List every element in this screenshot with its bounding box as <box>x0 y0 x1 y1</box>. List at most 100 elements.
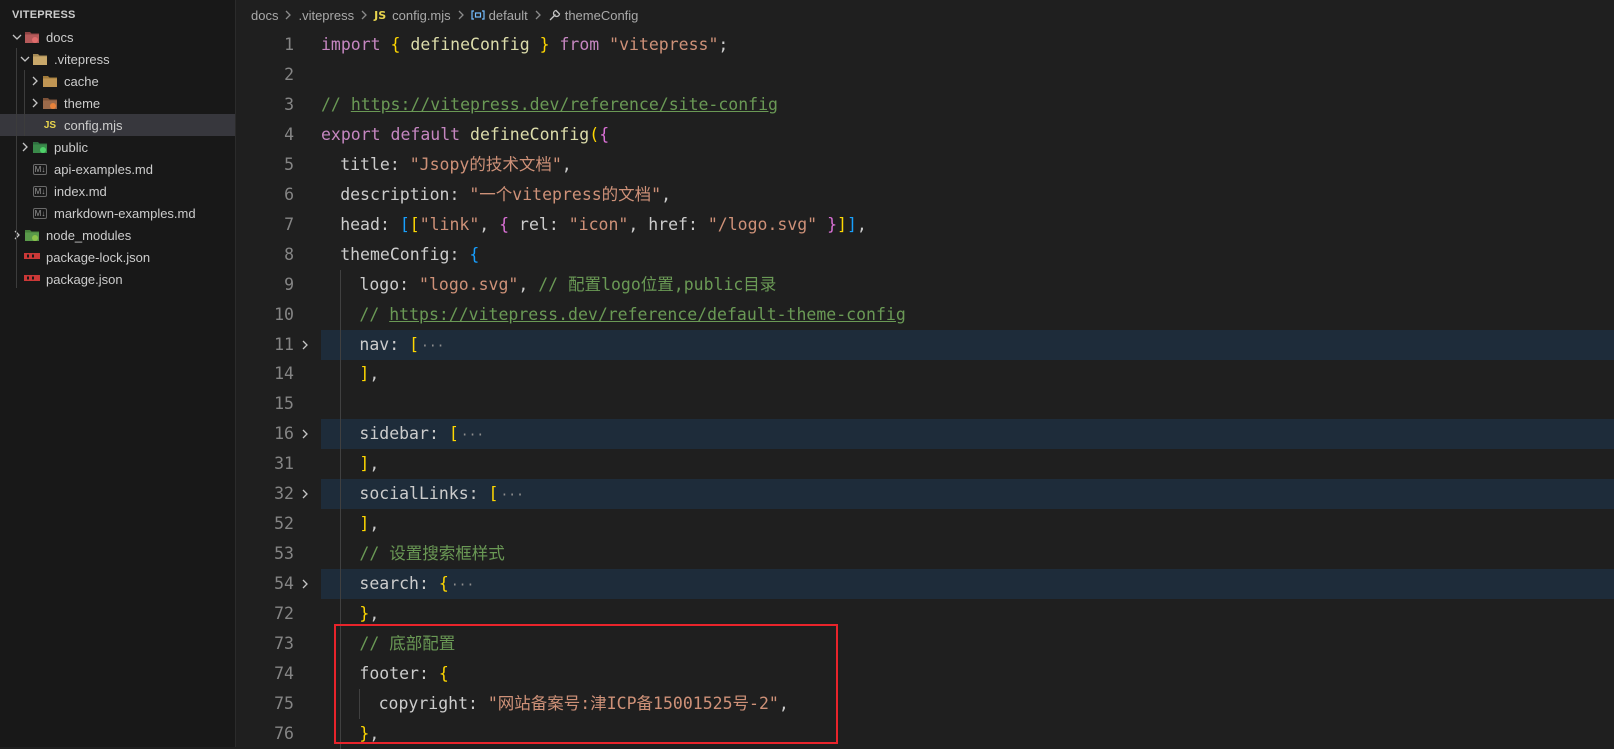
line-number: 76 <box>274 723 294 743</box>
explorer-item[interactable]: package-lock.json <box>0 246 235 268</box>
code-text: socialLinks: [··· <box>359 479 524 511</box>
code-token: ] <box>359 514 370 534</box>
breadcrumb-item[interactable]: .vitepress <box>298 8 354 23</box>
code-line[interactable]: 16 sidebar: [··· <box>236 419 1614 450</box>
code-token: title <box>340 154 390 174</box>
chevron-right-icon <box>10 227 24 243</box>
code-editor[interactable]: docs .vitepress JS config.mjs default themeCo… <box>236 0 1614 749</box>
code-line[interactable]: 9 logo: "logo.svg", // 配置logo位置,public目录 <box>236 269 1614 300</box>
code-token: [ <box>409 214 420 234</box>
explorer-item[interactable]: JS config.mjs <box>0 114 235 136</box>
code-line[interactable]: 15 <box>236 389 1614 420</box>
breadcrumb-label: themeConfig <box>564 7 639 23</box>
code-token: // <box>359 304 390 324</box>
breadcrumb-item[interactable]: docs <box>251 8 278 23</box>
line-number: 1 <box>284 35 294 54</box>
public-folder-icon <box>32 139 48 155</box>
line-number: 6 <box>284 184 294 204</box>
code-line[interactable]: 14], <box>236 359 1614 390</box>
code-token: : <box>389 154 410 174</box>
line-number: 8 <box>284 244 294 264</box>
code-line[interactable]: 32 socialLinks: [··· <box>236 479 1614 511</box>
code-line[interactable]: 54 search: {··· <box>236 569 1614 600</box>
line-number: 31 <box>274 454 294 474</box>
explorer-item[interactable]: M↓ index.md <box>0 180 235 202</box>
code-token: "icon" <box>568 214 629 234</box>
code-line[interactable]: 2 <box>236 60 1614 90</box>
breadcrumb-item[interactable]: JS config.mjs <box>374 8 451 23</box>
code-token: : <box>468 484 489 504</box>
code-text: logo: "logo.svg", // 配置logo位置,public目录 <box>359 270 776 300</box>
explorer-item[interactable]: M↓ markdown-examples.md <box>0 202 235 224</box>
code-line[interactable]: 1 import { defineConfig } from "vitepress… <box>236 30 1614 60</box>
code-token: "logo.svg" <box>419 274 519 294</box>
breadcrumb-item[interactable]: themeConfig <box>548 7 639 23</box>
code-line[interactable]: 75 copyright: "网站备案号:津ICP备15001525号-2", <box>236 688 1614 719</box>
code-line[interactable]: 3 // https://vitepress.dev/reference/site… <box>236 90 1614 120</box>
fold-chevron-icon[interactable] <box>298 419 312 449</box>
fold-chevron-icon[interactable] <box>298 569 312 599</box>
explorer-item[interactable]: theme <box>0 92 235 114</box>
explorer-item[interactable]: public <box>0 136 235 158</box>
code-line[interactable]: 6 description: "一个vitepress的文档", <box>236 180 1614 210</box>
code-token: , <box>661 184 672 204</box>
code-token: ] <box>359 454 370 474</box>
fold-ellipsis[interactable]: ··· <box>451 578 474 593</box>
code-line[interactable]: 53 // 设置搜索框样式 <box>236 539 1614 570</box>
code-line[interactable]: 31], <box>236 449 1614 480</box>
code-line[interactable]: 7 head: [["link", { rel: "icon", href: "/… <box>236 210 1614 240</box>
markdown-file-icon: M↓ <box>32 183 48 199</box>
explorer-item[interactable]: package.json <box>0 268 235 290</box>
code-token: import <box>321 35 381 54</box>
explorer-item[interactable]: node_modules <box>0 224 235 246</box>
npm-file-icon <box>24 271 40 287</box>
explorer-item[interactable]: M↓ api-examples.md <box>0 158 235 180</box>
chevron-right-icon <box>28 95 42 111</box>
code-line[interactable]: 5 title: "Jsopy的技术文档", <box>236 150 1614 180</box>
code-token: , <box>479 214 500 234</box>
code-line[interactable]: 11 nav: [··· <box>236 329 1614 360</box>
code-token: nav <box>359 334 390 354</box>
explorer-root-header[interactable]: VITEPRESS <box>0 4 235 26</box>
code-token: [ <box>409 334 420 354</box>
code-line[interactable]: 52], <box>236 509 1614 540</box>
explorer-item[interactable]: .vitepress <box>0 48 235 70</box>
fold-chevron-icon[interactable] <box>298 330 312 360</box>
indent-guide <box>340 539 342 570</box>
code-token[interactable]: https://vitepress.dev/reference/default-… <box>389 305 906 324</box>
fold-ellipsis[interactable]: ··· <box>461 428 484 443</box>
indent-guide <box>340 359 342 390</box>
explorer-item[interactable]: cache <box>0 70 235 92</box>
code-token: "Jsopy的技术文档" <box>409 154 562 174</box>
fold-ellipsis[interactable]: ··· <box>500 488 523 503</box>
breadcrumb-item[interactable]: default <box>471 8 528 23</box>
explorer-item[interactable]: docs <box>0 26 235 48</box>
fold-chevron-icon[interactable] <box>298 479 312 509</box>
code-line[interactable]: 10 // https://vitepress.dev/reference/def… <box>236 299 1614 330</box>
fold-ellipsis[interactable]: ··· <box>421 339 444 354</box>
code-line[interactable]: 76}, <box>236 718 1614 749</box>
code-token: [ <box>488 484 499 504</box>
code-token: "link" <box>419 214 480 234</box>
line-number: 54 <box>274 574 294 594</box>
code-line[interactable]: 74 footer: { <box>236 658 1614 689</box>
code-token: : <box>419 574 439 594</box>
line-number: 14 <box>274 364 294 384</box>
code-line[interactable]: 8 themeConfig: { <box>236 240 1614 270</box>
code-token: href <box>648 214 688 234</box>
explorer-item-label: node_modules <box>46 227 132 243</box>
code-text: copyright: "网站备案号:津ICP备15001525号-2", <box>379 689 789 719</box>
code-text: themeConfig: { <box>340 240 479 270</box>
line-number: 4 <box>284 124 294 144</box>
code-token: ] <box>359 364 370 384</box>
code-token: { <box>599 124 610 144</box>
code-token: ; <box>718 35 729 54</box>
code-line[interactable]: 73 // 底部配置 <box>236 629 1614 659</box>
code-line[interactable]: 4 export default defineConfig({ <box>236 120 1614 150</box>
code-token[interactable]: https://vitepress.dev/reference/site-con… <box>351 95 778 114</box>
code-token: } <box>827 214 837 234</box>
code-line[interactable]: 72}, <box>236 599 1614 630</box>
